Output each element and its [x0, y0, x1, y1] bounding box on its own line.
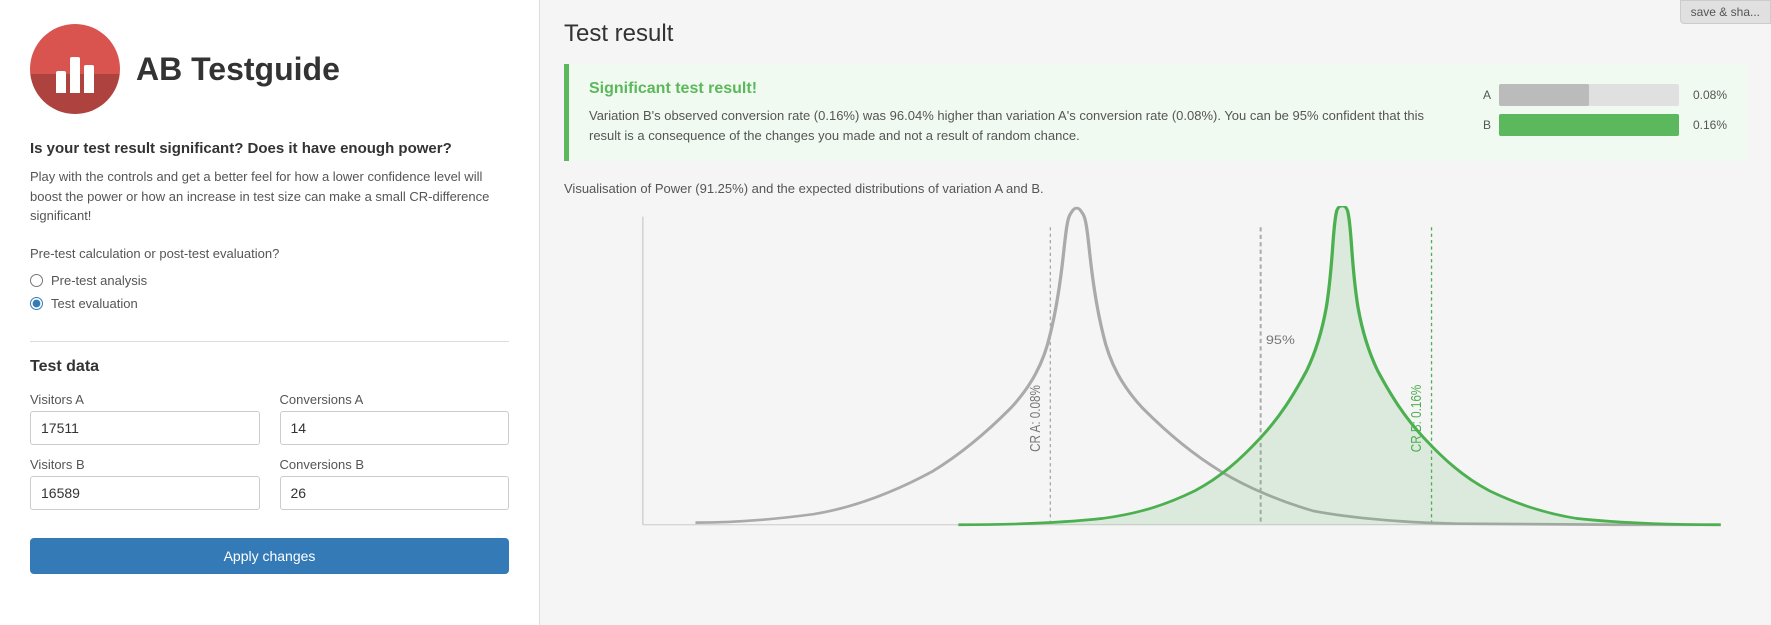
- bar-value-a: 0.08%: [1693, 88, 1727, 102]
- result-box: Significant test result! Variation B's o…: [564, 64, 1747, 161]
- logo-area: AB Testguide: [30, 24, 509, 114]
- result-title: Test result: [564, 20, 1747, 48]
- bar3: [84, 65, 94, 93]
- form-grid: Visitors A Conversions A Visitors B Conv…: [30, 392, 509, 510]
- apply-button[interactable]: Apply changes: [30, 538, 509, 574]
- logo-testguide: Testguide: [191, 51, 340, 87]
- bar-label-b: B: [1475, 118, 1491, 132]
- bar-fill-b: [1499, 114, 1679, 136]
- label-visitors-b: Visitors B: [30, 457, 260, 472]
- radio-testeval[interactable]: Test evaluation: [30, 296, 509, 311]
- field-visitors-a: Visitors A: [30, 392, 260, 445]
- bar-fill-a: [1499, 84, 1589, 106]
- field-visitors-b: Visitors B: [30, 457, 260, 510]
- radio-pretest[interactable]: Pre-test analysis: [30, 273, 509, 288]
- result-description: Variation B's observed conversion rate (…: [589, 106, 1435, 145]
- chart-area: CR A: 0.08% CR B: 0.16% 95%: [564, 206, 1747, 546]
- input-conversions-b[interactable]: [280, 476, 510, 510]
- divider: [30, 341, 509, 342]
- bar-value-b: 0.16%: [1693, 118, 1727, 132]
- result-text-area: Significant test result! Variation B's o…: [589, 80, 1435, 145]
- bar-row-b: B 0.16%: [1475, 114, 1727, 136]
- input-conversions-a[interactable]: [280, 411, 510, 445]
- bar-label-a: A: [1475, 88, 1491, 102]
- right-panel: save & sha... Test result Significant te…: [540, 0, 1771, 625]
- chart-svg: CR A: 0.08% CR B: 0.16% 95%: [564, 206, 1747, 546]
- input-visitors-a[interactable]: [30, 411, 260, 445]
- field-conversions-a: Conversions A: [280, 392, 510, 445]
- label-conversions-b: Conversions B: [280, 457, 510, 472]
- bar2: [70, 57, 80, 93]
- power-label: Visualisation of Power (91.25%) and the …: [564, 181, 1747, 196]
- label-visitors-a: Visitors A: [30, 392, 260, 407]
- svg-text:95%: 95%: [1266, 333, 1295, 346]
- logo-icon: [30, 24, 120, 114]
- left-panel: AB Testguide Is your test result signifi…: [0, 0, 540, 625]
- bar-chart-area: A 0.08% B 0.16%: [1475, 80, 1727, 136]
- significant-title: Significant test result!: [589, 80, 1435, 98]
- field-conversions-b: Conversions B: [280, 457, 510, 510]
- svg-text:CR A: 0.08%: CR A: 0.08%: [1027, 385, 1043, 452]
- radio-testeval-input[interactable]: [30, 297, 43, 310]
- radio-pretest-label: Pre-test analysis: [51, 273, 147, 288]
- radio-pretest-input[interactable]: [30, 274, 43, 287]
- bar-track-a: [1499, 84, 1679, 106]
- analysis-label: Pre-test calculation or post-test evalua…: [30, 246, 509, 261]
- bar1: [56, 71, 66, 93]
- radio-group: Pre-test analysis Test evaluation: [30, 273, 509, 319]
- radio-testeval-label: Test evaluation: [51, 296, 138, 311]
- logo-text: AB Testguide: [136, 51, 340, 88]
- test-data-title: Test data: [30, 358, 509, 376]
- headline: Is your test result significant? Does it…: [30, 138, 509, 159]
- svg-text:CR B: 0.16%: CR B: 0.16%: [1408, 384, 1424, 452]
- description: Play with the controls and get a better …: [30, 167, 509, 226]
- bar-row-a: A 0.08%: [1475, 84, 1727, 106]
- bar-track-b: [1499, 114, 1679, 136]
- logo-ab: AB: [136, 51, 182, 87]
- input-visitors-b[interactable]: [30, 476, 260, 510]
- save-share-button[interactable]: save & sha...: [1680, 0, 1771, 24]
- label-conversions-a: Conversions A: [280, 392, 510, 407]
- logo-bars: [56, 45, 94, 93]
